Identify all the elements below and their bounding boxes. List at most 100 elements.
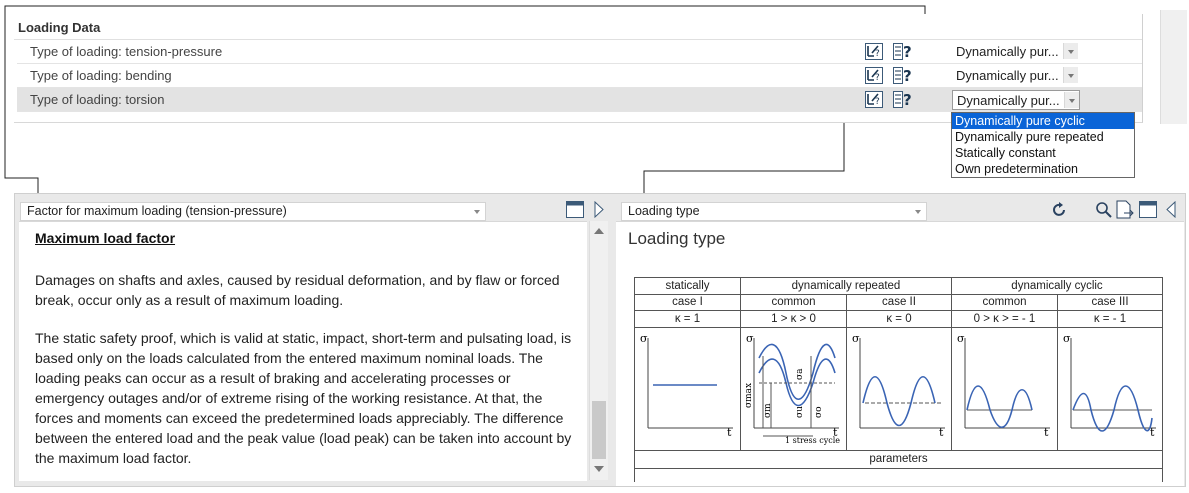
svg-text:?: ? (903, 43, 912, 60)
window-icon[interactable] (1139, 201, 1157, 221)
group-cell: statically (634, 277, 741, 295)
option-label: Dynamically pure repeated (955, 130, 1104, 144)
play-right-icon[interactable] (593, 200, 605, 221)
kappa-cell: κ = 0 (846, 310, 952, 328)
scroll-up-icon[interactable] (594, 228, 604, 234)
help-icon[interactable]: ? (893, 91, 912, 109)
cell-text: 0 > κ > = - 1 (973, 313, 1036, 325)
cell-text: case II (882, 296, 916, 308)
loading-type-select[interactable]: Dynamically pur... (952, 90, 1080, 110)
option-label: Statically constant (955, 146, 1056, 160)
table-title: Loading Data (18, 20, 101, 35)
svg-text:t: t (833, 426, 838, 439)
cell-text: dynamically repeated (791, 280, 901, 292)
svg-text:t: t (939, 426, 944, 439)
left-panel-topic-select[interactable]: Factor for maximum loading (tension-pres… (20, 202, 486, 221)
chevron-down-icon[interactable] (474, 210, 480, 214)
option-dynamically-pure-repeated[interactable]: Dynamically pure repeated (952, 129, 1134, 145)
svg-text:1 stress cycle: 1 stress cycle (785, 436, 840, 445)
svg-text:?: ? (875, 97, 880, 107)
scroll-thumb[interactable] (592, 401, 606, 459)
svg-text:σ: σ (957, 332, 965, 345)
edit-calc-icon[interactable]: ? (865, 67, 883, 84)
kappa-cell: 1 > κ > 0 (740, 310, 847, 328)
section-heading: Maximum load factor (35, 230, 176, 246)
cell-text: case I (672, 296, 703, 308)
help-icon[interactable]: ? (893, 67, 912, 85)
scroll-down-icon[interactable] (594, 466, 604, 472)
cell-text: dynamically cyclic (1011, 280, 1103, 292)
table-row-bending[interactable]: Type of loading: bending ? ? Dynamically… (17, 64, 1142, 88)
case-cell: common (951, 294, 1058, 311)
kappa-cell: 0 > κ > = - 1 (951, 310, 1058, 328)
table-row-torsion[interactable]: Type of loading: torsion ? ? Dynamically… (17, 88, 1142, 112)
row-label: Type of loading: tension-pressure (30, 44, 223, 59)
option-label: Dynamically pure cyclic (955, 114, 1085, 128)
right-panel-topic-select[interactable]: Loading type (621, 202, 927, 221)
left-panel-scrollbar[interactable] (589, 221, 608, 480)
chevron-down-icon[interactable] (1063, 43, 1078, 59)
zoom-icon[interactable] (1095, 201, 1113, 222)
parameters-row-2 (634, 468, 1163, 482)
paragraph-1: Damages on shafts and axles, caused by r… (35, 272, 560, 308)
case-cell: case I (634, 294, 741, 311)
svg-text:σmax: σmax (744, 383, 754, 408)
chevron-down-icon[interactable] (1063, 67, 1078, 83)
refresh-icon[interactable] (1051, 201, 1069, 222)
svg-text:σa: σa (795, 368, 805, 380)
loading-type-diagram: statically dynamically repeated dynamica… (634, 277, 1164, 482)
cell-text: common (982, 296, 1027, 308)
row-label: Type of loading: torsion (30, 92, 165, 107)
svg-text:σo: σo (814, 406, 824, 418)
select-value: Dynamically pur... (957, 93, 1060, 108)
case-cell: case II (846, 294, 952, 311)
graph-cyclic-case3: σ t (1057, 327, 1163, 451)
loading-type-select[interactable]: Dynamically pur... (952, 42, 1078, 60)
chevron-down-icon[interactable] (915, 210, 921, 214)
cell-text: κ = 1 (674, 313, 701, 325)
select-value: Factor for maximum loading (tension-pres… (27, 204, 287, 218)
cell-text: statically (665, 280, 710, 292)
svg-text:?: ? (875, 49, 880, 59)
graph-cyclic-common: σ t (951, 327, 1058, 451)
side-scrollbar[interactable] (1160, 10, 1187, 124)
svg-text:σu: σu (795, 406, 805, 418)
svg-text:?: ? (903, 67, 912, 84)
chevron-down-icon[interactable] (1064, 92, 1079, 108)
loading-type-select[interactable]: Dynamically pur... (952, 66, 1078, 84)
graph-repeated-case2: σ t (846, 327, 952, 451)
svg-text:σ: σ (640, 332, 648, 345)
svg-text:σ: σ (1063, 332, 1071, 345)
graph-repeated-common: σmax σm σa σu σo 1 stress cycle σ t (740, 327, 847, 451)
case-cell: common (740, 294, 847, 311)
cell-text: κ = - 1 (1093, 313, 1127, 325)
edit-calc-icon[interactable]: ? (865, 43, 883, 60)
left-panel-content: Maximum load factor Damages on shafts an… (19, 221, 587, 481)
option-statically-constant[interactable]: Statically constant (952, 145, 1134, 161)
cell-text: common (771, 296, 816, 308)
svg-text:σ: σ (746, 332, 754, 345)
play-left-icon[interactable] (1165, 200, 1177, 221)
window-icon[interactable] (566, 201, 584, 221)
table-row-tension-pressure[interactable]: Type of loading: tension-pressure ? ? Dy… (17, 40, 1142, 64)
select-value: Loading type (628, 204, 700, 218)
export-page-icon[interactable] (1116, 200, 1134, 222)
right-panel-content: Loading type statically dynamically repe… (616, 221, 1184, 486)
paragraph-2: The static safety proof, which is valid … (35, 330, 572, 466)
svg-text:?: ? (903, 91, 912, 108)
loading-type-dropdown-list[interactable]: Dynamically pure cyclic Dynamically pure… (951, 112, 1135, 178)
group-cell: dynamically cyclic (951, 277, 1163, 295)
loading-data-table: Loading Data Type of loading: tension-pr… (14, 14, 1143, 123)
cell-text: κ = 0 (886, 313, 912, 325)
option-label: Own predetermination (955, 162, 1078, 176)
option-own-predetermination[interactable]: Own predetermination (952, 161, 1134, 177)
cell-text: parameters (869, 453, 928, 465)
case-cell: case III (1057, 294, 1163, 311)
help-icon[interactable]: ? (893, 43, 912, 61)
svg-text:?: ? (875, 73, 880, 83)
svg-text:t: t (1150, 426, 1155, 439)
edit-calc-icon[interactable]: ? (865, 91, 883, 108)
option-dynamically-pure-cyclic[interactable]: Dynamically pure cyclic (952, 113, 1134, 129)
kappa-cell: κ = 1 (634, 310, 741, 328)
info-panels: Factor for maximum loading (tension-pres… (14, 193, 1186, 487)
